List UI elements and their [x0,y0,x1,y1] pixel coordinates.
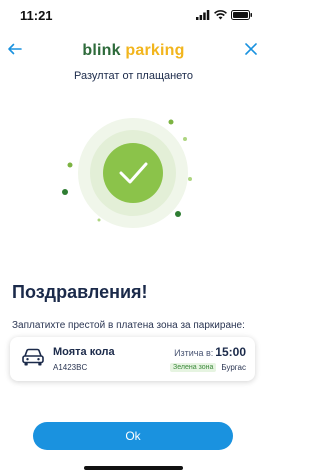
home-indicator[interactable] [84,466,183,470]
expires-label: Изтича в: [174,348,214,358]
car-icon [22,348,44,366]
battery-icon [231,10,252,20]
status-time: 11:21 [20,8,53,23]
close-icon [245,43,257,55]
app-logo: blink parking [0,42,267,60]
expiry-info: Изтича в: 15:00 [174,345,246,359]
city-label: Бургас [221,363,246,372]
page-title: Разултат от плащането [74,70,193,82]
ok-button[interactable]: Ok [33,422,233,450]
zone-row: Зелена зона Бургас [170,363,246,372]
expires-time: 15:00 [215,345,246,359]
status-icons [196,10,253,20]
success-graphic [62,118,192,228]
vehicle-name: Моята кола [53,346,115,358]
status-bar: 11:21 [0,0,267,34]
wifi-icon [214,10,227,20]
checkmark-circle [103,143,163,203]
signal-icon [196,10,210,20]
parking-card: Моята кола A1423BC Изтича в: 15:00 Зелен… [10,337,255,381]
close-button[interactable] [242,40,260,58]
congrats-heading: Поздравления! [12,282,148,302]
logo-parking: parking [125,42,185,59]
payment-message: Заплатихте престой в платена зона за пар… [12,320,245,331]
vehicle-plate: A1423BC [53,363,88,372]
logo-blink: blink [82,42,121,59]
zone-badge: Зелена зона [170,363,217,372]
nav-bar: blink parking Разултат от плащането [0,38,267,90]
